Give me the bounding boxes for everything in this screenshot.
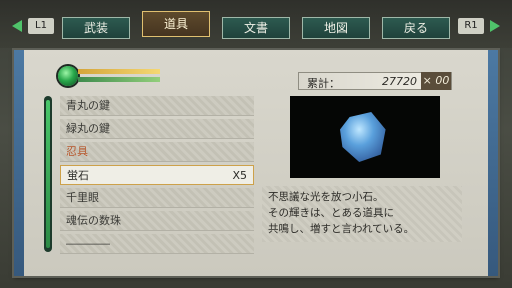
tab-weapons[interactable]: 武装: [62, 17, 130, 39]
panel-edge-right: [488, 50, 498, 276]
l1-button[interactable]: L1: [28, 18, 54, 34]
list-item[interactable]: 千里眼: [60, 188, 254, 208]
item-name: 青丸の鍵: [66, 99, 110, 112]
item-name: ――――: [66, 237, 110, 250]
list-item[interactable]: 忍具: [60, 142, 254, 162]
description-line: 共鳴し、増すと言われている。: [268, 223, 415, 235]
green-orb-icon: [58, 66, 78, 86]
arrow-right-icon[interactable]: [490, 20, 500, 32]
top-menu-bar: L1 武装 道具 文書 地図 戻る R1: [0, 0, 512, 48]
r1-button[interactable]: R1: [458, 18, 484, 34]
arrow-left-icon[interactable]: [12, 20, 22, 32]
item-quantity: X5: [232, 169, 247, 182]
green-gauge-bar: [78, 77, 160, 82]
list-item[interactable]: ――――: [60, 234, 254, 254]
total-label: 累計：: [307, 77, 340, 90]
description-line: 不思議な光を放つ小石。: [268, 191, 384, 203]
description-line: その輝きは、とある道具に: [268, 207, 394, 219]
list-item[interactable]: 魂伝の数珠: [60, 211, 254, 231]
list-item-selected[interactable]: 蛍石 X5: [60, 165, 254, 185]
panel-edge-left: [14, 50, 24, 276]
item-name: 忍具: [66, 145, 88, 158]
item-name: 魂伝の数珠: [66, 214, 121, 227]
gold-gauge-bar: [78, 69, 160, 74]
item-list: 青丸の鍵 緑丸の鍵 忍具 蛍石 X5 千里眼 魂伝の数珠 ――――: [60, 96, 254, 257]
item-name: 千里眼: [66, 191, 99, 204]
total-count-box: 累計： 27720 × 00: [298, 72, 452, 90]
total-value: 27720: [382, 75, 417, 88]
tab-items[interactable]: 道具: [142, 11, 210, 37]
tab-back[interactable]: 戻る: [382, 17, 450, 39]
item-name: 蛍石: [67, 169, 89, 182]
item-description: 不思議な光を放つ小石。 その輝きは、とある道具に 共鳴し、増すと言われている。: [262, 186, 462, 242]
list-item[interactable]: 青丸の鍵: [60, 96, 254, 116]
item-name: 緑丸の鍵: [66, 122, 110, 135]
total-multiplier: × 00: [421, 72, 451, 90]
tab-documents[interactable]: 文書: [222, 17, 290, 39]
scrollbar-thumb[interactable]: [46, 100, 50, 248]
list-item[interactable]: 緑丸の鍵: [60, 119, 254, 139]
tab-map[interactable]: 地図: [302, 17, 370, 39]
